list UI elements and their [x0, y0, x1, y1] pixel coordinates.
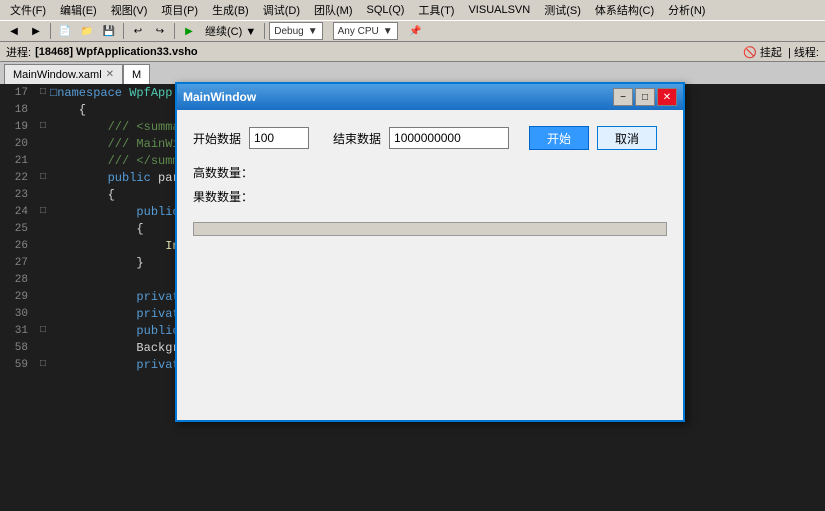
- dialog-controls: − □ ✕: [613, 88, 677, 106]
- end-data-input[interactable]: [389, 127, 509, 149]
- dialog-title: MainWindow: [183, 90, 256, 104]
- dialog-minimize-button[interactable]: −: [613, 88, 633, 106]
- main-window-dialog: MainWindow − □ ✕ 开始数据 结束数据 开始 取消 高数数量：: [175, 82, 685, 422]
- dialog-maximize-button[interactable]: □: [635, 88, 655, 106]
- dialog-overlay: MainWindow − □ ✕ 开始数据 结束数据 开始 取消 高数数量：: [0, 0, 825, 511]
- even-count-label: 果数数量：: [193, 188, 253, 205]
- prime-count-label: 高数数量：: [193, 164, 253, 181]
- dialog-titlebar: MainWindow − □ ✕: [177, 84, 683, 110]
- even-count-row: 果数数量：: [193, 186, 667, 206]
- dialog-close-button[interactable]: ✕: [657, 88, 677, 106]
- start-data-label: 开始数据: [193, 130, 241, 147]
- form-row-inputs: 开始数据 结束数据 开始 取消: [193, 126, 667, 150]
- start-data-input[interactable]: [249, 127, 309, 149]
- cancel-button[interactable]: 取消: [597, 126, 657, 150]
- start-button[interactable]: 开始: [529, 126, 589, 150]
- prime-count-row: 高数数量：: [193, 162, 667, 182]
- end-data-label: 结束数据: [333, 130, 381, 147]
- progress-area: [193, 222, 667, 236]
- dialog-content: 开始数据 结束数据 开始 取消 高数数量： 果数数量：: [177, 110, 683, 246]
